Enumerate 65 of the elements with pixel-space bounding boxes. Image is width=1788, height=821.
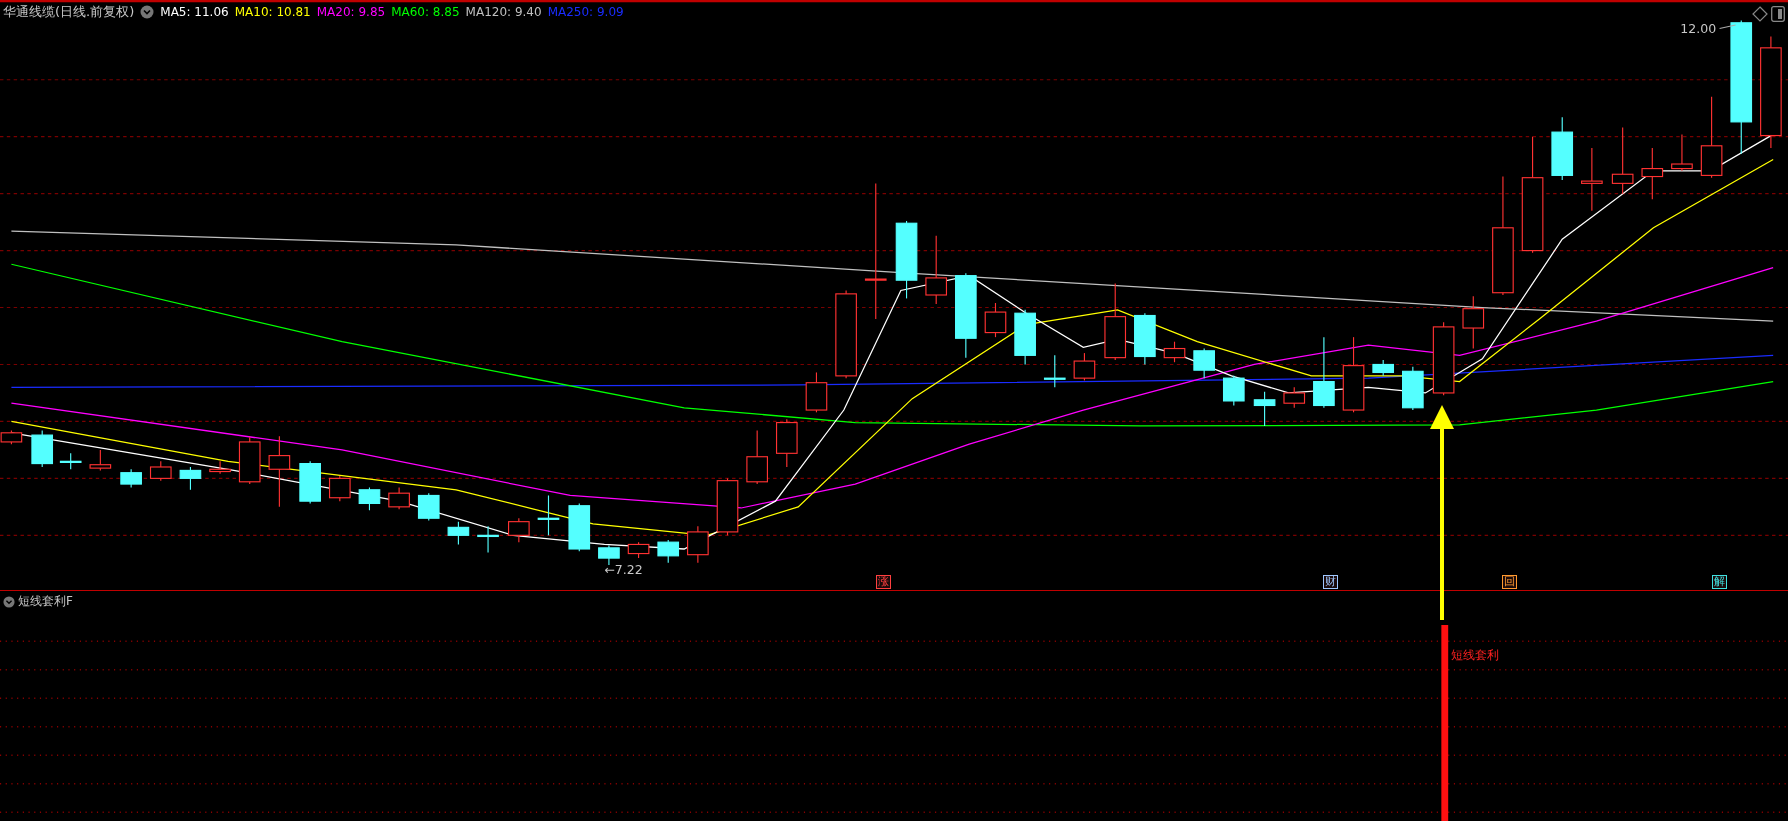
candlestick xyxy=(1134,312,1156,366)
moving-average-value: MA60: 8.85 xyxy=(391,5,460,19)
candlestick xyxy=(508,517,530,543)
candlestick xyxy=(925,235,948,305)
candlestick xyxy=(149,460,172,482)
candlestick xyxy=(388,486,410,510)
event-marker[interactable]: 财 xyxy=(1323,575,1338,589)
low-price-label: ←7.22 xyxy=(604,562,643,578)
candlestick xyxy=(238,436,261,485)
candlestick xyxy=(89,449,112,471)
candlestick xyxy=(598,545,620,566)
signal-label: 短线套利 xyxy=(1451,647,1499,664)
candlestick xyxy=(299,460,321,504)
candlestick xyxy=(1283,386,1306,409)
candlestick xyxy=(1581,147,1603,212)
event-marker[interactable]: 回 xyxy=(1502,575,1517,589)
candlestick xyxy=(1611,127,1634,195)
candlestick xyxy=(627,541,650,559)
candlestick xyxy=(746,429,768,485)
moving-average-value: MA120: 9.40 xyxy=(465,5,542,19)
moving-average-value: MA20: 9.85 xyxy=(316,5,386,19)
candlestick xyxy=(657,539,680,564)
candlestick xyxy=(716,477,739,536)
candlestick xyxy=(1253,391,1276,427)
candlestick xyxy=(984,302,1007,338)
moving-average-value: MA5: 11.06 xyxy=(160,5,229,19)
candlestick xyxy=(1043,354,1066,388)
candlestick xyxy=(1551,116,1574,181)
panel-toggle-icon[interactable] xyxy=(1771,6,1785,22)
candlestick xyxy=(805,371,828,413)
candlestick xyxy=(477,525,499,553)
leader-line xyxy=(1719,24,1737,30)
candlestick xyxy=(31,429,53,468)
candlestick xyxy=(1073,352,1096,381)
candlestick xyxy=(447,521,470,545)
high-price-label: 12.00 xyxy=(1680,21,1717,37)
candlestick xyxy=(537,494,560,536)
candlestick xyxy=(1641,147,1664,200)
candlestick xyxy=(329,475,351,502)
candlestick xyxy=(179,466,202,491)
candlestick xyxy=(1163,341,1186,363)
dropdown-icon[interactable] xyxy=(3,595,15,608)
candlestick xyxy=(417,492,440,522)
candlestick xyxy=(775,418,798,468)
diamond-icon[interactable] xyxy=(1752,6,1768,22)
candlestick xyxy=(1462,295,1485,350)
candlestick xyxy=(1014,309,1036,366)
candlestick xyxy=(1223,375,1245,407)
moving-average-value: MA10: 10.81 xyxy=(234,5,311,19)
event-marker[interactable]: 涨 xyxy=(876,575,891,589)
dropdown-icon[interactable] xyxy=(140,5,155,19)
candlestick xyxy=(1671,133,1693,172)
candlestick xyxy=(687,525,709,564)
candlestick xyxy=(1193,347,1215,379)
candlestick xyxy=(1402,366,1424,411)
candlestick xyxy=(358,486,381,511)
candlestick xyxy=(209,460,231,475)
candlestick xyxy=(120,468,142,489)
event-marker[interactable]: 解 xyxy=(1712,575,1727,589)
moving-average-value: MA250: 9.09 xyxy=(547,5,624,19)
indicator-title: 短线套利F xyxy=(18,593,73,610)
candlestick xyxy=(1372,359,1394,377)
candlestick xyxy=(59,452,82,470)
candlestick xyxy=(568,502,591,552)
stock-title: 华通线缆(日线.前复权) xyxy=(3,3,135,21)
